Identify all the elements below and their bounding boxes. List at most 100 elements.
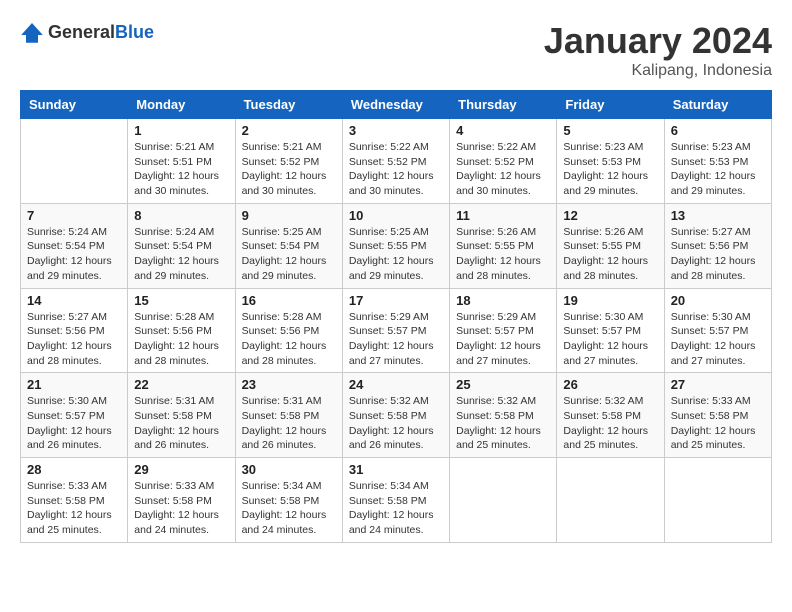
calendar-cell: 18 Sunrise: 5:29 AMSunset: 5:57 PMDayligh… (450, 288, 557, 373)
day-number: 1 (134, 123, 228, 138)
day-number: 11 (456, 208, 550, 223)
day-number: 6 (671, 123, 765, 138)
calendar-cell: 4 Sunrise: 5:22 AMSunset: 5:52 PMDaylight… (450, 119, 557, 204)
day-number: 4 (456, 123, 550, 138)
calendar-cell: 25 Sunrise: 5:32 AMSunset: 5:58 PMDayligh… (450, 373, 557, 458)
calendar-cell: 2 Sunrise: 5:21 AMSunset: 5:52 PMDaylight… (235, 119, 342, 204)
day-info: Sunrise: 5:33 AMSunset: 5:58 PMDaylight:… (671, 394, 765, 453)
day-info: Sunrise: 5:26 AMSunset: 5:55 PMDaylight:… (563, 225, 657, 284)
logo-blue: Blue (115, 22, 154, 42)
day-number: 18 (456, 293, 550, 308)
calendar-header-thursday: Thursday (450, 91, 557, 119)
calendar-cell (557, 458, 664, 543)
day-number: 19 (563, 293, 657, 308)
day-info: Sunrise: 5:25 AMSunset: 5:55 PMDaylight:… (349, 225, 443, 284)
day-number: 9 (242, 208, 336, 223)
day-number: 2 (242, 123, 336, 138)
calendar-cell: 23 Sunrise: 5:31 AMSunset: 5:58 PMDayligh… (235, 373, 342, 458)
day-info: Sunrise: 5:28 AMSunset: 5:56 PMDaylight:… (134, 310, 228, 369)
day-number: 23 (242, 377, 336, 392)
calendar-cell: 10 Sunrise: 5:25 AMSunset: 5:55 PMDayligh… (342, 203, 449, 288)
calendar-header-monday: Monday (128, 91, 235, 119)
day-info: Sunrise: 5:31 AMSunset: 5:58 PMDaylight:… (134, 394, 228, 453)
calendar-cell: 14 Sunrise: 5:27 AMSunset: 5:56 PMDayligh… (21, 288, 128, 373)
calendar-cell: 16 Sunrise: 5:28 AMSunset: 5:56 PMDayligh… (235, 288, 342, 373)
calendar-header-saturday: Saturday (664, 91, 771, 119)
calendar-cell (21, 119, 128, 204)
calendar-cell: 31 Sunrise: 5:34 AMSunset: 5:58 PMDayligh… (342, 458, 449, 543)
calendar-cell: 21 Sunrise: 5:30 AMSunset: 5:57 PMDayligh… (21, 373, 128, 458)
day-number: 12 (563, 208, 657, 223)
day-number: 22 (134, 377, 228, 392)
day-info: Sunrise: 5:27 AMSunset: 5:56 PMDaylight:… (671, 225, 765, 284)
day-info: Sunrise: 5:21 AMSunset: 5:52 PMDaylight:… (242, 140, 336, 199)
day-number: 30 (242, 462, 336, 477)
day-info: Sunrise: 5:26 AMSunset: 5:55 PMDaylight:… (456, 225, 550, 284)
day-number: 20 (671, 293, 765, 308)
location-title: Kalipang, Indonesia (544, 62, 772, 80)
day-info: Sunrise: 5:21 AMSunset: 5:51 PMDaylight:… (134, 140, 228, 199)
day-info: Sunrise: 5:34 AMSunset: 5:58 PMDaylight:… (349, 479, 443, 538)
day-info: Sunrise: 5:22 AMSunset: 5:52 PMDaylight:… (456, 140, 550, 199)
day-info: Sunrise: 5:33 AMSunset: 5:58 PMDaylight:… (27, 479, 121, 538)
calendar-header-tuesday: Tuesday (235, 91, 342, 119)
page-header: GeneralBlue January 2024 Kalipang, Indon… (20, 20, 772, 80)
calendar-cell: 17Sunrise: 5:29 AMSunset: 5:57 PMDayligh… (342, 288, 449, 373)
day-number: 7 (27, 208, 121, 223)
calendar-week-1: 1 Sunrise: 5:21 AMSunset: 5:51 PMDaylight… (21, 119, 772, 204)
logo-text: GeneralBlue (48, 22, 154, 43)
calendar-cell: 8Sunrise: 5:24 AMSunset: 5:54 PMDaylight… (128, 203, 235, 288)
day-number: 29 (134, 462, 228, 477)
day-info: Sunrise: 5:32 AMSunset: 5:58 PMDaylight:… (456, 394, 550, 453)
calendar-cell (450, 458, 557, 543)
day-info: Sunrise: 5:32 AMSunset: 5:58 PMDaylight:… (563, 394, 657, 453)
logo: GeneralBlue (20, 20, 154, 44)
day-info: Sunrise: 5:34 AMSunset: 5:58 PMDaylight:… (242, 479, 336, 538)
day-number: 13 (671, 208, 765, 223)
day-number: 24 (349, 377, 443, 392)
day-info: Sunrise: 5:27 AMSunset: 5:56 PMDaylight:… (27, 310, 121, 369)
calendar-cell: 22 Sunrise: 5:31 AMSunset: 5:58 PMDayligh… (128, 373, 235, 458)
day-info: Sunrise: 5:24 AMSunset: 5:54 PMDaylight:… (134, 225, 228, 284)
day-info: Sunrise: 5:30 AMSunset: 5:57 PMDaylight:… (671, 310, 765, 369)
day-number: 3 (349, 123, 443, 138)
calendar-cell: 20 Sunrise: 5:30 AMSunset: 5:57 PMDayligh… (664, 288, 771, 373)
day-number: 31 (349, 462, 443, 477)
calendar-week-2: 7 Sunrise: 5:24 AMSunset: 5:54 PMDaylight… (21, 203, 772, 288)
calendar-cell: 1 Sunrise: 5:21 AMSunset: 5:51 PMDaylight… (128, 119, 235, 204)
logo-general: General (48, 22, 115, 42)
day-number: 25 (456, 377, 550, 392)
day-number: 10 (349, 208, 443, 223)
day-number: 27 (671, 377, 765, 392)
calendar-cell: 30 Sunrise: 5:34 AMSunset: 5:58 PMDayligh… (235, 458, 342, 543)
calendar-cell: 7Sunrise: 5:24 AMSunset: 5:54 PMDaylight… (21, 203, 128, 288)
calendar-cell: 26 Sunrise: 5:32 AMSunset: 5:58 PMDayligh… (557, 373, 664, 458)
day-number: 26 (563, 377, 657, 392)
day-info: Sunrise: 5:29 AMSunset: 5:57 PMDaylight:… (349, 310, 443, 369)
day-info: Sunrise: 5:29 AMSunset: 5:57 PMDaylight:… (456, 310, 550, 369)
day-info: Sunrise: 5:33 AMSunset: 5:58 PMDaylight:… (134, 479, 228, 538)
logo-icon (20, 20, 44, 44)
day-info: Sunrise: 5:22 AMSunset: 5:52 PMDaylight:… (349, 140, 443, 199)
day-number: 14 (27, 293, 121, 308)
day-info: Sunrise: 5:28 AMSunset: 5:56 PMDaylight:… (242, 310, 336, 369)
calendar-cell: 9 Sunrise: 5:25 AMSunset: 5:54 PMDaylight… (235, 203, 342, 288)
calendar-cell: 6 Sunrise: 5:23 AMSunset: 5:53 PMDaylight… (664, 119, 771, 204)
day-info: Sunrise: 5:31 AMSunset: 5:58 PMDaylight:… (242, 394, 336, 453)
day-number: 5 (563, 123, 657, 138)
day-info: Sunrise: 5:23 AMSunset: 5:53 PMDaylight:… (563, 140, 657, 199)
calendar-header-row: SundayMondayTuesdayWednesdayThursdayFrid… (21, 91, 772, 119)
calendar-cell: 11 Sunrise: 5:26 AMSunset: 5:55 PMDayligh… (450, 203, 557, 288)
calendar-cell: 12 Sunrise: 5:26 AMSunset: 5:55 PMDayligh… (557, 203, 664, 288)
calendar-cell (664, 458, 771, 543)
day-info: Sunrise: 5:23 AMSunset: 5:53 PMDaylight:… (671, 140, 765, 199)
calendar-week-4: 21 Sunrise: 5:30 AMSunset: 5:57 PMDayligh… (21, 373, 772, 458)
calendar-cell: 27 Sunrise: 5:33 AMSunset: 5:58 PMDayligh… (664, 373, 771, 458)
day-number: 21 (27, 377, 121, 392)
day-info: Sunrise: 5:25 AMSunset: 5:54 PMDaylight:… (242, 225, 336, 284)
calendar-cell: 19Sunrise: 5:30 AMSunset: 5:57 PMDayligh… (557, 288, 664, 373)
calendar-cell: 3 Sunrise: 5:22 AMSunset: 5:52 PMDaylight… (342, 119, 449, 204)
day-number: 16 (242, 293, 336, 308)
day-info: Sunrise: 5:30 AMSunset: 5:57 PMDaylight:… (27, 394, 121, 453)
calendar-cell: 24Sunrise: 5:32 AMSunset: 5:58 PMDayligh… (342, 373, 449, 458)
